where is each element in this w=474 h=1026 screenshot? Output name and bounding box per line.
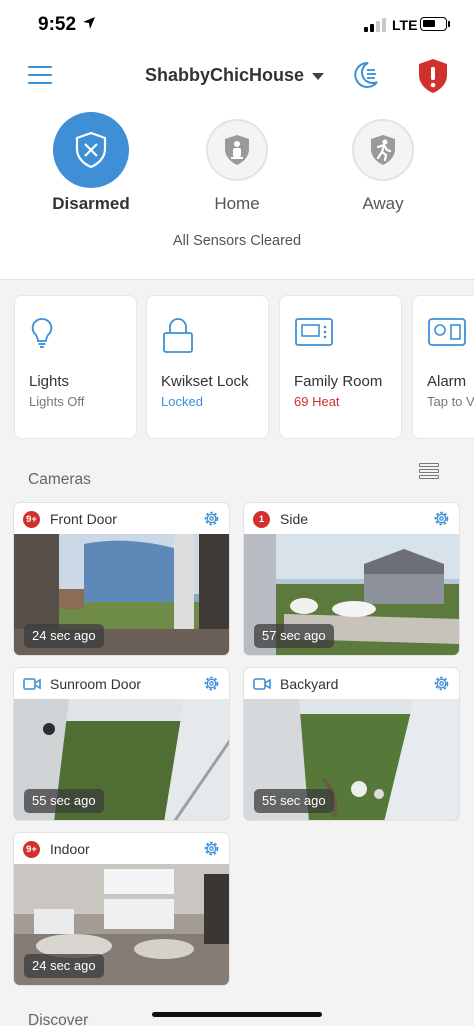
camera-name: Front Door: [50, 511, 117, 527]
device-tile-alarm[interactable]: Alarm Tap to V: [412, 295, 474, 439]
location-arrow-icon: [83, 17, 95, 29]
mode-label-home: Home: [214, 194, 260, 213]
layout-toggle-icon[interactable]: [419, 463, 439, 482]
device-name: Lights: [29, 373, 70, 390]
camera-name: Indoor: [50, 841, 90, 857]
device-tile-thermostat[interactable]: Family Room 69 Heat: [279, 295, 402, 439]
camera-snapshot[interactable]: 24 sec ago: [14, 534, 229, 655]
home-indicator[interactable]: [152, 1012, 322, 1017]
camera-name: Side: [280, 511, 309, 527]
status-bar: 9:52 LTE: [0, 0, 474, 50]
snapshot-age: 55 sec ago: [24, 789, 104, 813]
lightbulb-icon: [31, 318, 53, 348]
event-count-badge: 1: [253, 511, 270, 528]
device-name: Kwikset Lock: [161, 373, 249, 390]
gear-icon[interactable]: [203, 840, 220, 857]
device-tile-lights[interactable]: Lights Lights Off: [14, 295, 137, 439]
device-status: Tap to V: [427, 394, 474, 409]
camera-snapshot[interactable]: 55 sec ago: [244, 699, 459, 820]
device-status: 69 Heat: [294, 394, 340, 409]
device-status: Lights Off: [29, 394, 85, 409]
lock-icon: [163, 318, 193, 353]
disarmed-shield-icon: [53, 112, 129, 188]
snapshot-age: 55 sec ago: [254, 789, 334, 813]
sensors-status: All Sensors Cleared: [172, 233, 302, 249]
network-type: LTE: [392, 17, 418, 33]
battery-icon: [420, 17, 447, 31]
signal-icon: [364, 18, 386, 32]
gear-icon[interactable]: [433, 510, 450, 527]
snapshot-age: 24 sec ago: [24, 954, 104, 978]
cameras-title: Cameras: [28, 471, 91, 488]
snapshot-age: 24 sec ago: [24, 624, 104, 648]
mode-label-disarmed: Disarmed: [52, 194, 130, 213]
camera-name: Backyard: [280, 676, 339, 692]
event-count-badge: 9+: [23, 841, 40, 858]
video-camera-icon: [23, 678, 41, 690]
thermostat-icon: [295, 318, 333, 346]
alarm-panel-icon: [428, 318, 466, 346]
camera-name: Sunroom Door: [50, 676, 142, 692]
gear-icon[interactable]: [203, 675, 220, 692]
device-name: Family Room: [294, 373, 383, 390]
snapshot-age: 57 sec ago: [254, 624, 334, 648]
home-shield-icon: [206, 119, 268, 181]
security-header: ShabbyChicHouse Disarmed Home Away All S…: [0, 50, 474, 280]
away-shield-icon: [352, 119, 414, 181]
device-status: Locked: [161, 394, 203, 409]
location-selector[interactable]: ShabbyChicHouse: [145, 65, 325, 86]
camera-card-indoor[interactable]: 9+ Indoor 24 sec ago: [13, 832, 230, 986]
video-camera-icon: [253, 678, 271, 690]
mode-home[interactable]: Home: [167, 112, 307, 214]
camera-card-front-door[interactable]: 9+ Front Door 24 sec ago: [13, 502, 230, 656]
event-count-badge: 9+: [23, 511, 40, 528]
discover-title: Discover: [28, 1012, 89, 1026]
moon-icon[interactable]: [352, 60, 380, 90]
camera-card-sunroom-door[interactable]: Sunroom Door 55 sec ago: [13, 667, 230, 821]
device-tiles: Lights Lights Off Kwikset Lock Locked Fa…: [14, 295, 474, 440]
gear-icon[interactable]: [203, 510, 220, 527]
camera-card-side[interactable]: 1 Side 57 sec ago: [243, 502, 460, 656]
camera-snapshot[interactable]: 57 sec ago: [244, 534, 459, 655]
camera-card-backyard[interactable]: Backyard 55 sec ago: [243, 667, 460, 821]
camera-snapshot[interactable]: 24 sec ago: [14, 864, 229, 985]
menu-icon[interactable]: [28, 66, 52, 86]
location-name: ShabbyChicHouse: [145, 65, 305, 85]
alert-shield-icon[interactable]: [417, 58, 449, 94]
device-tile-lock[interactable]: Kwikset Lock Locked: [146, 295, 269, 439]
camera-snapshot[interactable]: 55 sec ago: [14, 699, 229, 820]
status-time: 9:52: [38, 14, 77, 35]
gear-icon[interactable]: [433, 675, 450, 692]
chevron-down-icon: [312, 73, 325, 80]
mode-label-away: Away: [362, 194, 404, 213]
mode-disarmed[interactable]: Disarmed: [21, 112, 161, 214]
device-name: Alarm: [427, 373, 467, 390]
mode-away[interactable]: Away: [313, 112, 453, 214]
